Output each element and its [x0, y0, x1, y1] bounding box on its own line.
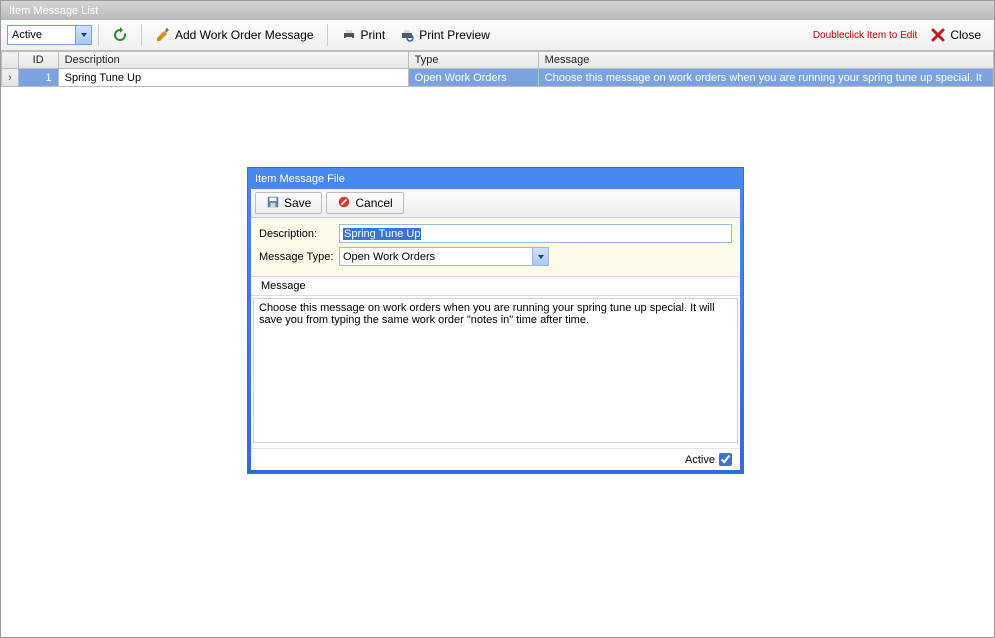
- chevron-down-icon[interactable]: [75, 26, 91, 44]
- message-type-select[interactable]: Open Work Orders: [339, 247, 549, 266]
- row-indicator-header: [2, 52, 19, 69]
- add-pencil-icon: [155, 27, 171, 43]
- close-icon: [930, 27, 946, 43]
- separator: [98, 24, 99, 46]
- grid-row[interactable]: › 1 Spring Tune Up Open Work Orders Choo…: [2, 69, 994, 87]
- cancel-icon: [337, 195, 351, 212]
- cancel-button[interactable]: Cancel: [326, 192, 403, 214]
- col-type[interactable]: Type: [408, 52, 538, 69]
- item-message-dialog: Item Message File Save Cancel: [247, 167, 744, 474]
- message-type-label: Message Type:: [259, 251, 339, 263]
- active-checkbox[interactable]: [719, 453, 732, 466]
- message-grid[interactable]: ID Description Type Message › 1 Spring T…: [1, 51, 994, 87]
- col-description[interactable]: Description: [58, 52, 408, 69]
- col-message[interactable]: Message: [538, 52, 993, 69]
- printer-icon: [341, 27, 357, 43]
- main-toolbar: Active Add Work Order Message Print Prin…: [1, 20, 994, 51]
- print-label: Print: [361, 28, 386, 42]
- add-message-button[interactable]: Add Work Order Message: [148, 24, 321, 47]
- description-value: Spring Tune Up: [343, 228, 421, 240]
- add-message-label: Add Work Order Message: [175, 28, 314, 42]
- edit-hint-text: Doubleclick Item to Edit: [813, 30, 918, 41]
- row-indicator-icon: ›: [2, 69, 19, 87]
- dialog-toolbar: Save Cancel: [251, 189, 740, 218]
- save-label: Save: [284, 196, 311, 210]
- dialog-title: Item Message File: [251, 171, 740, 189]
- col-id[interactable]: ID: [18, 52, 58, 69]
- filter-active-select[interactable]: Active: [7, 25, 92, 45]
- description-label: Description:: [259, 228, 339, 240]
- separator: [327, 24, 328, 46]
- cell-description: Spring Tune Up: [58, 69, 408, 87]
- cancel-label: Cancel: [355, 196, 392, 210]
- save-icon: [266, 195, 280, 212]
- window-title: Item Message List: [9, 5, 98, 17]
- close-label: Close: [950, 28, 981, 42]
- cell-type: Open Work Orders: [408, 69, 538, 87]
- message-type-value: Open Work Orders: [343, 251, 435, 263]
- message-textarea[interactable]: [253, 298, 738, 443]
- refresh-icon: [112, 27, 128, 43]
- form-area: Description: Spring Tune Up Message Type…: [251, 218, 740, 276]
- separator: [141, 24, 142, 46]
- print-preview-label: Print Preview: [419, 28, 490, 42]
- save-button[interactable]: Save: [255, 192, 322, 214]
- close-button[interactable]: Close: [923, 24, 988, 47]
- active-checkbox-label: Active: [685, 454, 715, 466]
- cell-id: 1: [18, 69, 58, 87]
- grid-header-row: ID Description Type Message: [2, 52, 994, 69]
- cell-message: Choose this message on work orders when …: [538, 69, 993, 87]
- refresh-button[interactable]: [105, 24, 135, 47]
- print-button[interactable]: Print: [334, 24, 393, 47]
- filter-active-value: Active: [12, 29, 42, 41]
- window-titlebar: Item Message List: [1, 1, 994, 20]
- message-section-label: Message: [251, 276, 740, 296]
- print-preview-button[interactable]: Print Preview: [392, 24, 497, 47]
- dialog-footer: Active: [251, 448, 740, 470]
- print-preview-icon: [399, 27, 415, 43]
- chevron-down-icon[interactable]: [532, 248, 548, 265]
- description-input[interactable]: Spring Tune Up: [339, 224, 732, 243]
